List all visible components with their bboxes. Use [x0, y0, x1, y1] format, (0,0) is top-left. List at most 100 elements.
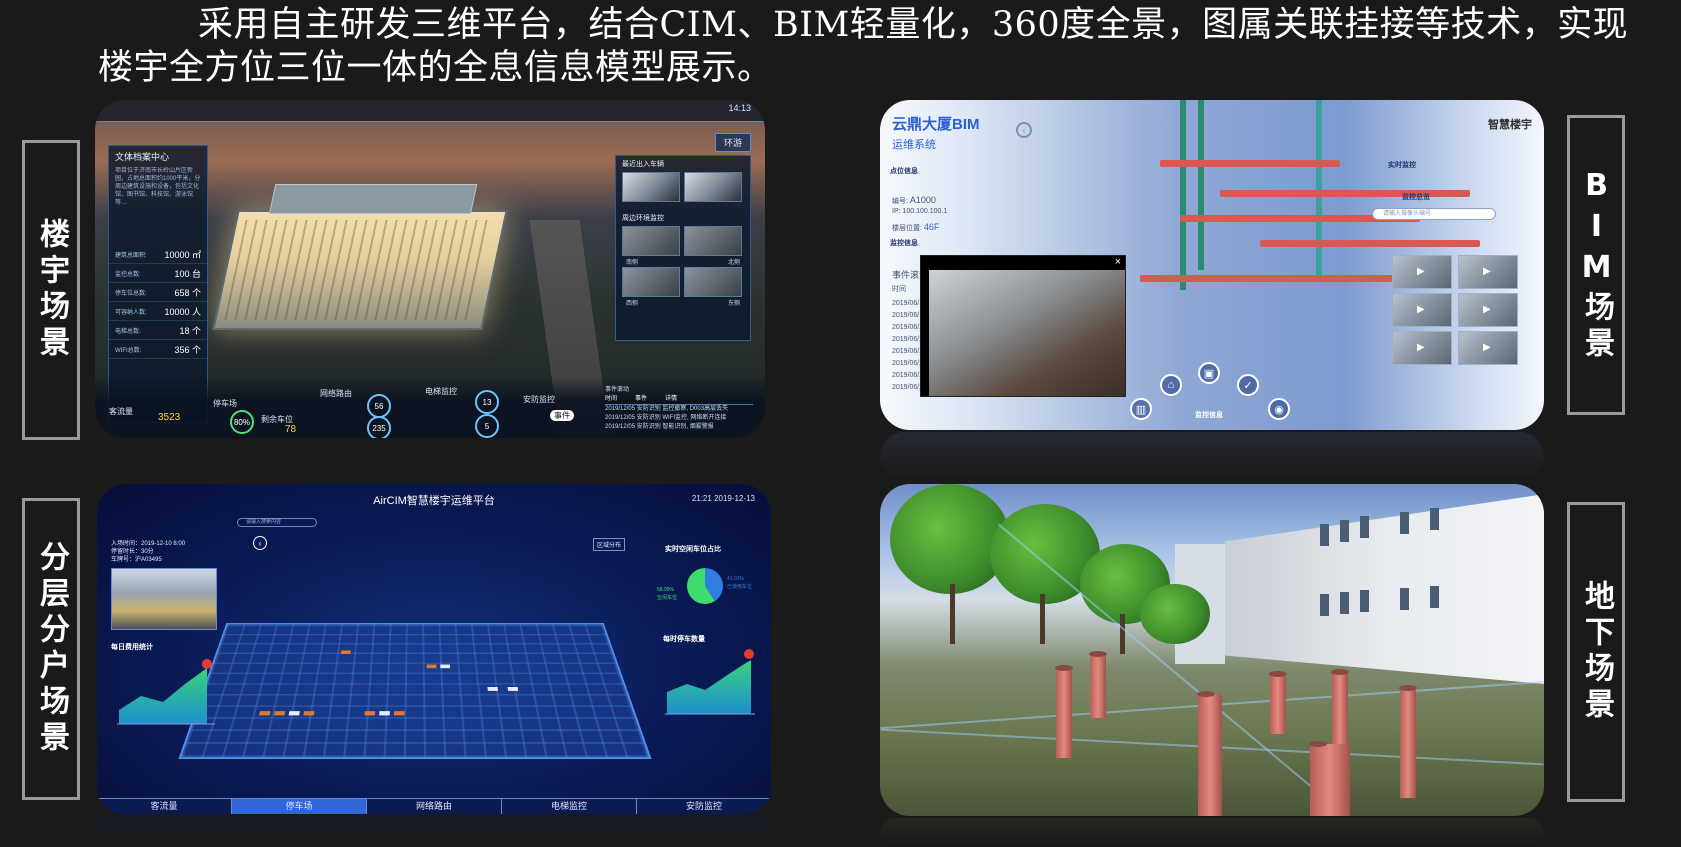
label-building-scene: 楼宇场景	[22, 140, 80, 440]
stat-row: 停车位总数: 658 个	[109, 283, 207, 302]
stat-row: 可容纳人数: 10000 人	[109, 302, 207, 321]
vehicle-thumb[interactable]	[622, 172, 680, 202]
parking-ring: 80%	[230, 410, 254, 434]
pie-free-label: 空闲车位	[657, 595, 678, 601]
camera-caption: 北侧	[727, 260, 740, 266]
camera-tile[interactable]	[1458, 255, 1518, 289]
realtime-title: 实时监控	[1388, 162, 1416, 169]
pipe	[1160, 160, 1340, 167]
ip-row: IP: 100.100.100.1	[892, 208, 948, 215]
tab-security[interactable]: 安防监控	[637, 799, 771, 814]
pipe-pillar	[1399, 685, 1417, 798]
region-button[interactable]: 区域分布	[593, 538, 626, 551]
back-icon[interactable]: ‹	[1016, 122, 1032, 138]
network-ring-b: 235	[367, 416, 391, 438]
camera-tile[interactable]	[1392, 293, 1452, 327]
floor-row: 楼层位置: 46F	[892, 222, 940, 232]
camera-caption: 南侧	[626, 260, 639, 266]
pie-used-value: 41.01%	[727, 576, 744, 582]
tab-parking[interactable]: 停车场	[232, 799, 367, 814]
pipe	[1198, 100, 1204, 270]
daily-cost-chart	[117, 659, 215, 725]
event-table: 事件滚动 时间 事件 详情 2019/12/05 安防识别 监控撤察, D003…	[605, 386, 753, 432]
pipe-pillar	[1269, 671, 1287, 734]
pipe-pillar	[1089, 651, 1107, 718]
label-bim-scene: BIM场景	[1567, 115, 1625, 415]
monitor-info-title: 监控信息	[890, 240, 918, 247]
floor-scene-panel[interactable]: AirCIM智慧楼宇运维平台 21:21 2019-12-13 请输入搜索内容 …	[97, 484, 771, 814]
traffic-label: 客流量	[109, 407, 133, 416]
pie-title: 实时空闲车位占比	[665, 546, 721, 553]
pie-free-value: 58.99%	[657, 587, 674, 593]
camera-search-input[interactable]: 请输入摄像头编号	[1372, 208, 1496, 220]
elevator-ring-a: 13	[475, 390, 499, 414]
shield-icon[interactable]: ✓	[1237, 374, 1259, 396]
event-button[interactable]: 事件	[550, 410, 574, 421]
elevator-ring-b: 5	[475, 414, 499, 438]
panel-reflection	[97, 816, 771, 846]
camera-tile[interactable]	[1392, 331, 1452, 365]
camera-thumb[interactable]	[684, 226, 742, 256]
camera-video-popup[interactable]: ×	[920, 255, 1126, 397]
elevator-label: 电梯监控	[425, 387, 457, 396]
pipe-pillar	[1197, 691, 1222, 816]
camera-grid	[1392, 255, 1530, 365]
close-icon[interactable]: ×	[1115, 256, 1121, 268]
bim-scene-panel[interactable]: 云鼎大厦BIM 运维系统 智慧楼宇 ‹ 点位信息 编号: A1000 IP: 1…	[880, 100, 1544, 430]
network-ring-a: 56	[367, 394, 391, 418]
parking-floorplan[interactable]	[178, 623, 652, 760]
table-row[interactable]: 2019/12/05 安防识别 监控撤察, D003高层丢失	[605, 405, 753, 414]
tab-traffic[interactable]: 客流量	[97, 799, 232, 814]
vehicle-thumb[interactable]	[684, 172, 742, 202]
surroundings-title: 周边环境监控	[622, 215, 664, 222]
tree	[1140, 584, 1210, 644]
table-row[interactable]: 2019/12/05 安防识别 WIFI监控, 网络断开连接	[605, 414, 753, 423]
recent-vehicles-title: 最近出入车辆	[622, 161, 664, 168]
home-icon[interactable]: ⌂	[1160, 374, 1182, 396]
bottom-monitor-label: 监控信息	[1195, 412, 1223, 419]
stat-row: WIFI总数: 356 个	[109, 340, 207, 359]
traffic-value: 3523	[158, 412, 181, 423]
bus-icon[interactable]: ▣	[1198, 362, 1220, 384]
search-input[interactable]: 请输入搜索内容	[237, 518, 317, 527]
time-header: 时间	[892, 286, 906, 293]
monitor-overview-title: 监控总览	[1402, 194, 1430, 201]
location-icon[interactable]: ◉	[1268, 398, 1290, 420]
tab-elevator[interactable]: 电梯监控	[502, 799, 637, 814]
camera-tile[interactable]	[1458, 331, 1518, 365]
building-facade	[1225, 494, 1544, 684]
underground-scene-panel[interactable]	[880, 484, 1544, 816]
security-label: 安防监控	[523, 395, 555, 404]
back-icon[interactable]: ‹	[253, 536, 267, 550]
stat-row: 建筑总面积: 10000 ㎡	[109, 245, 207, 264]
panel-reflection	[880, 818, 1544, 847]
platform-title: AirCIM智慧楼宇运维平台	[373, 495, 495, 507]
hourly-parking-chart	[665, 649, 755, 715]
camera-tile[interactable]	[1458, 293, 1518, 327]
camera-tile[interactable]	[1392, 255, 1452, 289]
vehicle-photo	[111, 568, 217, 630]
building-model[interactable]	[212, 210, 508, 330]
parking-remain: 78	[285, 424, 297, 435]
tour-button[interactable]: 环游	[714, 133, 751, 152]
table-row[interactable]: 2019/12/05 安防识别 智能识别, 烟雾警报	[605, 423, 753, 432]
camera-thumb[interactable]	[622, 226, 680, 256]
monitor-panel: 最近出入车辆 周边环境监控 南侧 北侧 西侧 东侧	[615, 155, 751, 341]
intro-text: 采用自主研发三维平台，结合CIM、BIM轻量化，360度全景，图属关联挂接等技术…	[98, 5, 1629, 88]
stat-row: 电梯总数: 18 个	[109, 321, 207, 340]
chart-icon[interactable]: ▥	[1130, 398, 1152, 420]
pipe	[1180, 100, 1186, 290]
brand-label: 智慧楼宇	[1488, 119, 1532, 131]
camera-thumb[interactable]	[684, 267, 742, 297]
tab-network[interactable]: 网络路由	[367, 799, 502, 814]
clock: 14:13	[728, 103, 751, 113]
camera-thumb[interactable]	[622, 267, 680, 297]
building-scene-panel[interactable]: 14:13 环游 文体档案中心 项目位于济南市长岭山片区新园，占地总面积约100…	[95, 100, 765, 438]
network-label: 网络路由	[320, 389, 352, 398]
bottom-dashboard: 客流量 3523 停车场 80% 剩余车位 78 网络路由 56 235 电梯监…	[95, 376, 765, 438]
pipe	[1220, 190, 1470, 197]
pie-used-label: 已使用车位	[727, 584, 753, 590]
bottom-tabs: 客流量 停车场 网络路由 电梯监控 安防监控	[97, 798, 771, 814]
info-title: 文体档案中心	[115, 152, 170, 162]
pipe	[1260, 240, 1480, 247]
